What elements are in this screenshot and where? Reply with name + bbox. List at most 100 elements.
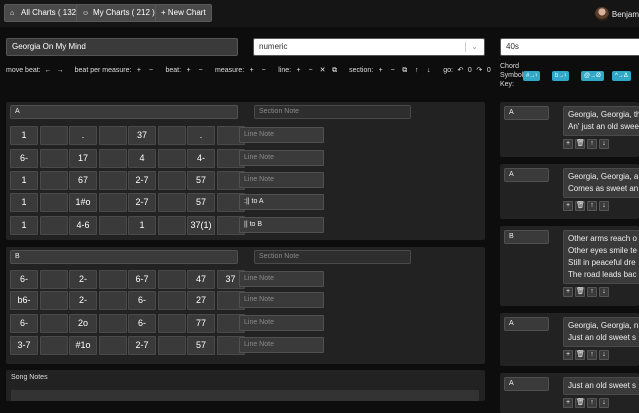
chord-cell[interactable]: 67 <box>69 171 97 190</box>
chord-cell[interactable]: 6- <box>10 314 38 333</box>
line-note-input[interactable]: Line Note <box>239 315 324 331</box>
chord-cell[interactable]: 2- <box>69 291 97 310</box>
chord-cell[interactable] <box>157 126 186 145</box>
chord-cell[interactable]: 57 <box>187 336 215 355</box>
flat-to-natural-badge[interactable]: b→♮ <box>552 71 570 81</box>
arrow-up-icon[interactable]: ↑ <box>587 139 597 149</box>
my-charts-button[interactable]: ☺ My Charts ( 212 ) <box>76 4 161 22</box>
section-copy-icon[interactable]: ⧉ <box>400 66 409 75</box>
measure-minus-icon[interactable]: − <box>259 66 268 75</box>
chord-cell[interactable]: 1#o <box>69 193 97 212</box>
undo-icon[interactable]: ↶ <box>456 66 465 75</box>
chord-cell[interactable]: 1 <box>10 126 38 145</box>
lyric-section-name[interactable]: A <box>504 106 549 120</box>
plus-icon[interactable]: + <box>563 350 573 360</box>
title-input[interactable]: Georgia On My Mind <box>6 38 238 56</box>
chord-cell[interactable] <box>157 171 186 190</box>
line-note-input[interactable]: || to B <box>239 217 324 233</box>
chord-cell[interactable]: 1 <box>10 216 38 235</box>
chord-cell[interactable] <box>98 193 127 212</box>
arrow-down-icon[interactable]: ↓ <box>599 350 609 360</box>
chord-cell[interactable]: b6- <box>10 291 38 310</box>
chord-cell[interactable]: 6- <box>128 291 156 310</box>
chord-cell[interactable] <box>98 336 127 355</box>
lyric-textarea[interactable]: Georgia, Georgia, the An' just an old swe… <box>563 106 639 136</box>
user-menu[interactable]: Benjam <box>594 5 639 23</box>
chord-cell[interactable]: 37 <box>128 126 156 145</box>
section-name-input[interactable]: B <box>10 250 238 264</box>
chord-cell[interactable] <box>39 149 68 168</box>
song-notes-textarea[interactable] <box>11 390 479 401</box>
arrow-left-icon[interactable]: ← <box>44 66 53 75</box>
chord-cell[interactable] <box>157 270 186 289</box>
arrow-up-icon[interactable]: ↑ <box>587 398 597 408</box>
notation-select[interactable]: numeric ⌄ <box>253 38 485 56</box>
chord-cell[interactable]: 6- <box>10 270 38 289</box>
beat-minus-icon[interactable]: − <box>196 66 205 75</box>
chord-cell[interactable]: . <box>187 126 215 145</box>
line-copy-icon[interactable]: ⧉ <box>330 66 339 75</box>
line-note-input[interactable]: Line Note <box>239 172 324 188</box>
chord-cell[interactable] <box>157 216 186 235</box>
lyric-section-name[interactable]: A <box>504 377 549 391</box>
chord-cell[interactable] <box>39 270 68 289</box>
chord-cell[interactable] <box>98 126 127 145</box>
chord-cell[interactable] <box>98 314 127 333</box>
chord-cell[interactable] <box>39 126 68 145</box>
chord-cell[interactable]: 1 <box>10 193 38 212</box>
chord-cell[interactable] <box>39 193 68 212</box>
arrow-up-icon[interactable]: ↑ <box>587 201 597 211</box>
arrow-down-icon[interactable]: ↓ <box>599 398 609 408</box>
chord-cell[interactable]: 47 <box>187 270 215 289</box>
plus-icon[interactable]: + <box>563 201 573 211</box>
halfdim-badge[interactable]: @→Ø <box>581 71 604 81</box>
new-chart-button[interactable]: + New Chart <box>155 4 212 22</box>
chord-cell[interactable] <box>157 193 186 212</box>
chord-cell[interactable]: 57 <box>187 193 215 212</box>
section-up-icon[interactable]: ↑ <box>412 66 421 75</box>
line-note-input[interactable]: Line Note <box>239 292 324 308</box>
arrow-up-icon[interactable]: ↑ <box>587 350 597 360</box>
trash-icon[interactable]: 🗑 <box>575 139 585 149</box>
trash-icon[interactable]: 🗑 <box>575 350 585 360</box>
lyric-section-name[interactable]: B <box>504 230 549 244</box>
line-plus-icon[interactable]: + <box>294 66 303 75</box>
chord-cell[interactable]: 6- <box>128 314 156 333</box>
major-badge[interactable]: ^→Δ <box>612 71 631 81</box>
chord-cell[interactable]: 2-7 <box>128 171 156 190</box>
section-name-input[interactable]: A <box>10 105 238 119</box>
all-charts-button[interactable]: ⌂ All Charts ( 132 ) <box>4 4 88 22</box>
lyric-textarea[interactable]: Just an old sweet s <box>563 377 639 395</box>
chord-cell[interactable] <box>98 171 127 190</box>
chord-cell[interactable]: 1 <box>128 216 156 235</box>
sharp-to-natural-badge[interactable]: #→♮ <box>523 71 541 81</box>
genre-input[interactable]: 40s <box>500 38 639 56</box>
chord-cell[interactable]: 2-7 <box>128 336 156 355</box>
plus-icon[interactable]: + <box>563 287 573 297</box>
lyric-textarea[interactable]: Georgia, Georgia, n Just an old sweet s <box>563 317 639 347</box>
redo-icon[interactable]: ↷ <box>475 66 484 75</box>
beat-plus-icon[interactable]: + <box>184 66 193 75</box>
chord-cell[interactable] <box>157 149 186 168</box>
lyric-textarea[interactable]: Other arms reach o Other eyes smile te Sti… <box>563 230 639 284</box>
chord-cell[interactable]: 17 <box>69 149 97 168</box>
chord-cell[interactable] <box>39 216 68 235</box>
line-delete-icon[interactable]: ✕ <box>318 66 327 75</box>
chord-cell[interactable]: 6-7 <box>128 270 156 289</box>
chord-cell[interactable] <box>39 336 68 355</box>
trash-icon[interactable]: 🗑 <box>575 398 585 408</box>
chord-cell[interactable]: 2-7 <box>128 193 156 212</box>
line-note-input[interactable]: Line Note <box>239 150 324 166</box>
plus-icon[interactable]: + <box>563 139 573 149</box>
arrow-right-icon[interactable]: → <box>56 66 65 75</box>
arrow-down-icon[interactable]: ↓ <box>599 139 609 149</box>
section-plus-icon[interactable]: + <box>376 66 385 75</box>
chord-cell[interactable]: 4 <box>128 149 156 168</box>
chord-cell[interactable]: 77 <box>187 314 215 333</box>
chord-cell[interactable]: 37(1) <box>187 216 215 235</box>
arrow-down-icon[interactable]: ↓ <box>599 287 609 297</box>
chord-cell[interactable]: 2o <box>69 314 97 333</box>
lyric-section-name[interactable]: A <box>504 317 549 331</box>
chord-cell[interactable]: 4-6 <box>69 216 97 235</box>
chord-cell[interactable]: . <box>69 126 97 145</box>
